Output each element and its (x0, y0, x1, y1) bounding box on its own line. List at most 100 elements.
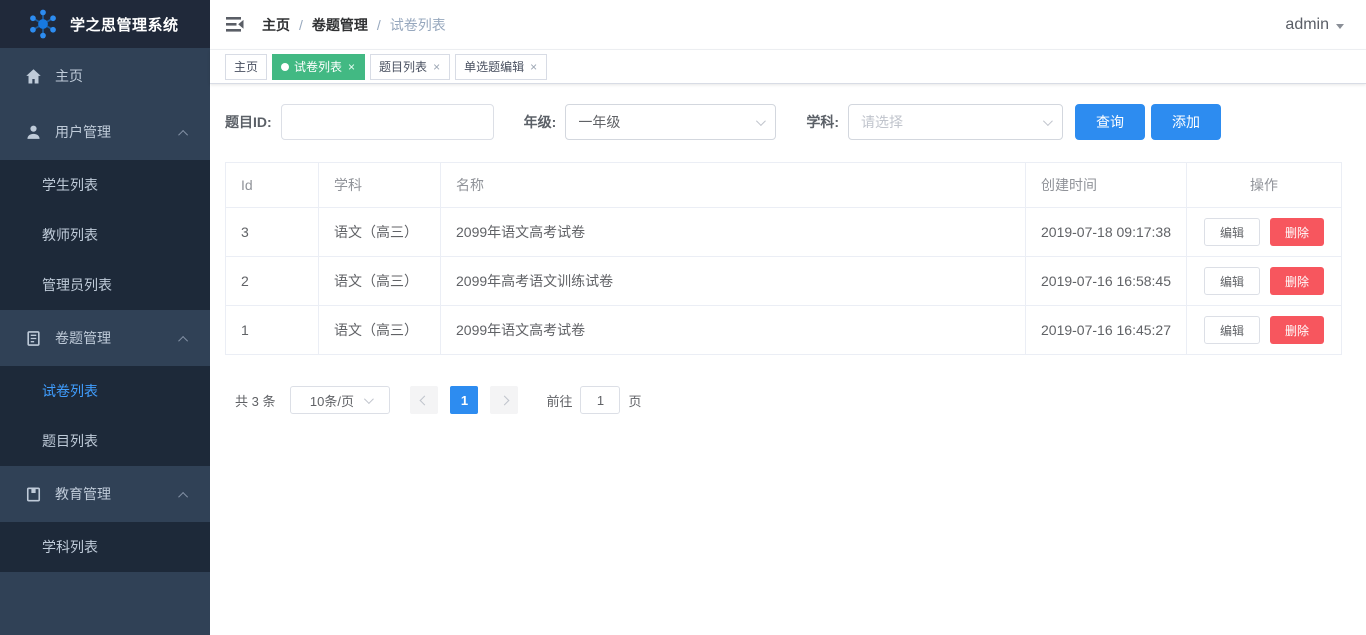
logo-icon (27, 8, 59, 40)
cell-id: 1 (226, 306, 319, 355)
tag-home[interactable]: 主页 (225, 54, 267, 80)
table-row: 3 语文（高三） 2099年语文高考试卷 2019-07-18 09:17:38… (226, 208, 1342, 257)
sidebar-item-exam-management[interactable]: 卷题管理 (0, 310, 210, 366)
cell-name: 2099年语文高考试卷 (441, 208, 1026, 257)
subject-select-placeholder: 请选择 (861, 112, 903, 132)
chevron-up-icon (181, 486, 188, 502)
sidebar-item-student-list[interactable]: 学生列表 (0, 160, 210, 210)
search-button[interactable]: 查询 (1075, 104, 1145, 140)
question-id-input[interactable] (281, 104, 494, 140)
close-icon[interactable]: × (432, 61, 441, 73)
tag-paper-list[interactable]: 试卷列表 × (272, 54, 365, 80)
caret-down-icon (1336, 24, 1344, 29)
sidebar-item-label: 用户管理 (55, 122, 111, 142)
sidebar-item-label: 主页 (55, 66, 83, 86)
app-logo: 学之思管理系统 (0, 0, 210, 48)
table-header-row: Id 学科 名称 创建时间 操作 (226, 163, 1342, 208)
table-row: 2 语文（高三） 2099年高考语文训练试卷 2019-07-16 16:58:… (226, 257, 1342, 306)
goto-label: 前往 (546, 391, 572, 410)
filter-bar: 题目ID: 年级: 一年级 学科: 请选择 查询 添加 (225, 104, 1341, 140)
sidebar-item-paper-list[interactable]: 试卷列表 (0, 366, 210, 416)
column-header-name: 名称 (441, 163, 1026, 208)
pagination: 共 3 条 10条/页 1 前往 页 (225, 386, 1341, 414)
grade-label: 年级: (524, 112, 557, 132)
submenu-user-management: 学生列表 教师列表 管理员列表 (0, 160, 210, 310)
username: admin (1285, 16, 1329, 34)
delete-button[interactable]: 删除 (1270, 267, 1324, 295)
tag-question-list[interactable]: 题目列表 × (370, 54, 450, 80)
chevron-down-icon (756, 116, 766, 126)
paper-icon (25, 330, 42, 347)
breadcrumb-separator: / (377, 17, 381, 33)
sidebar-item-label: 教育管理 (55, 484, 111, 504)
education-icon (25, 486, 42, 503)
column-header-id: Id (226, 163, 319, 208)
app-window: 学之思管理系统 主页 用户管理 学生列表 教师列表 管理员列表 卷题管理 (0, 0, 1366, 635)
goto-page-input[interactable] (580, 386, 620, 414)
grade-select[interactable]: 一年级 (565, 104, 776, 140)
sidebar-item-education-management[interactable]: 教育管理 (0, 466, 210, 522)
home-icon (25, 68, 42, 85)
cell-subject: 语文（高三） (319, 257, 441, 306)
app-title: 学之思管理系统 (70, 14, 179, 35)
main-area: 主页 / 卷题管理 / 试卷列表 admin 主页 试卷列表 × 题目列表 (210, 0, 1366, 635)
question-id-label: 题目ID: (225, 112, 272, 132)
cell-subject: 语文（高三） (319, 306, 441, 355)
cell-created: 2019-07-16 16:58:45 (1026, 257, 1187, 306)
page-content: 题目ID: 年级: 一年级 学科: 请选择 查询 添加 (210, 84, 1366, 414)
paper-table: Id 学科 名称 创建时间 操作 3 语文（高三） 2099年语文高考试卷 20… (225, 162, 1342, 355)
breadcrumb: 主页 / 卷题管理 / 试卷列表 (262, 15, 446, 35)
grade-select-value: 一年级 (578, 112, 620, 132)
breadcrumb-current: 试卷列表 (390, 15, 446, 35)
hamburger-icon[interactable] (225, 16, 245, 33)
page-size-value: 10条/页 (310, 391, 354, 410)
user-dropdown[interactable]: admin (1285, 16, 1344, 34)
subject-label: 学科: (806, 112, 839, 132)
chevron-up-icon (181, 124, 188, 140)
cell-name: 2099年语文高考试卷 (441, 306, 1026, 355)
sidebar-item-teacher-list[interactable]: 教师列表 (0, 210, 210, 260)
close-icon[interactable]: × (529, 61, 538, 73)
page-size-select[interactable]: 10条/页 (290, 386, 390, 414)
delete-button[interactable]: 删除 (1270, 218, 1324, 246)
tag-single-choice-edit[interactable]: 单选题编辑 × (455, 54, 547, 80)
delete-button[interactable]: 删除 (1270, 316, 1324, 344)
sidebar-item-home[interactable]: 主页 (0, 48, 210, 104)
submenu-education-management: 学科列表 (0, 522, 210, 572)
tags-bar: 主页 试卷列表 × 题目列表 × 单选题编辑 × (210, 50, 1366, 84)
next-page-button[interactable] (490, 386, 518, 414)
breadcrumb-home[interactable]: 主页 (262, 15, 290, 35)
sidebar-item-user-management[interactable]: 用户管理 (0, 104, 210, 160)
breadcrumb-exam-management[interactable]: 卷题管理 (312, 15, 368, 35)
edit-button[interactable]: 编辑 (1204, 316, 1260, 344)
cell-created: 2019-07-16 16:45:27 (1026, 306, 1187, 355)
cell-id: 2 (226, 257, 319, 306)
table-row: 1 语文（高三） 2099年语文高考试卷 2019-07-16 16:45:27… (226, 306, 1342, 355)
edit-button[interactable]: 编辑 (1204, 267, 1260, 295)
sidebar: 学之思管理系统 主页 用户管理 学生列表 教师列表 管理员列表 卷题管理 (0, 0, 210, 635)
breadcrumb-separator: / (299, 17, 303, 33)
page-number-button[interactable]: 1 (450, 386, 478, 414)
subject-select[interactable]: 请选择 (848, 104, 1063, 140)
active-dot-icon (281, 63, 289, 71)
column-header-operations: 操作 (1187, 163, 1342, 208)
close-icon[interactable]: × (347, 61, 356, 73)
column-header-created: 创建时间 (1026, 163, 1187, 208)
sidebar-item-admin-list[interactable]: 管理员列表 (0, 260, 210, 310)
chevron-right-icon (500, 395, 510, 405)
chevron-left-icon (420, 395, 430, 405)
prev-page-button[interactable] (410, 386, 438, 414)
total-count: 共 3 条 (235, 391, 275, 410)
sidebar-item-subject-list[interactable]: 学科列表 (0, 522, 210, 572)
cell-subject: 语文（高三） (319, 208, 441, 257)
edit-button[interactable]: 编辑 (1204, 218, 1260, 246)
user-icon (25, 124, 42, 141)
chevron-down-icon (364, 394, 374, 404)
sidebar-item-question-list[interactable]: 题目列表 (0, 416, 210, 466)
chevron-down-icon (1043, 116, 1053, 126)
page-unit-label: 页 (628, 391, 641, 410)
cell-id: 3 (226, 208, 319, 257)
sidebar-item-label: 卷题管理 (55, 328, 111, 348)
chevron-up-icon (181, 330, 188, 346)
add-button[interactable]: 添加 (1151, 104, 1221, 140)
